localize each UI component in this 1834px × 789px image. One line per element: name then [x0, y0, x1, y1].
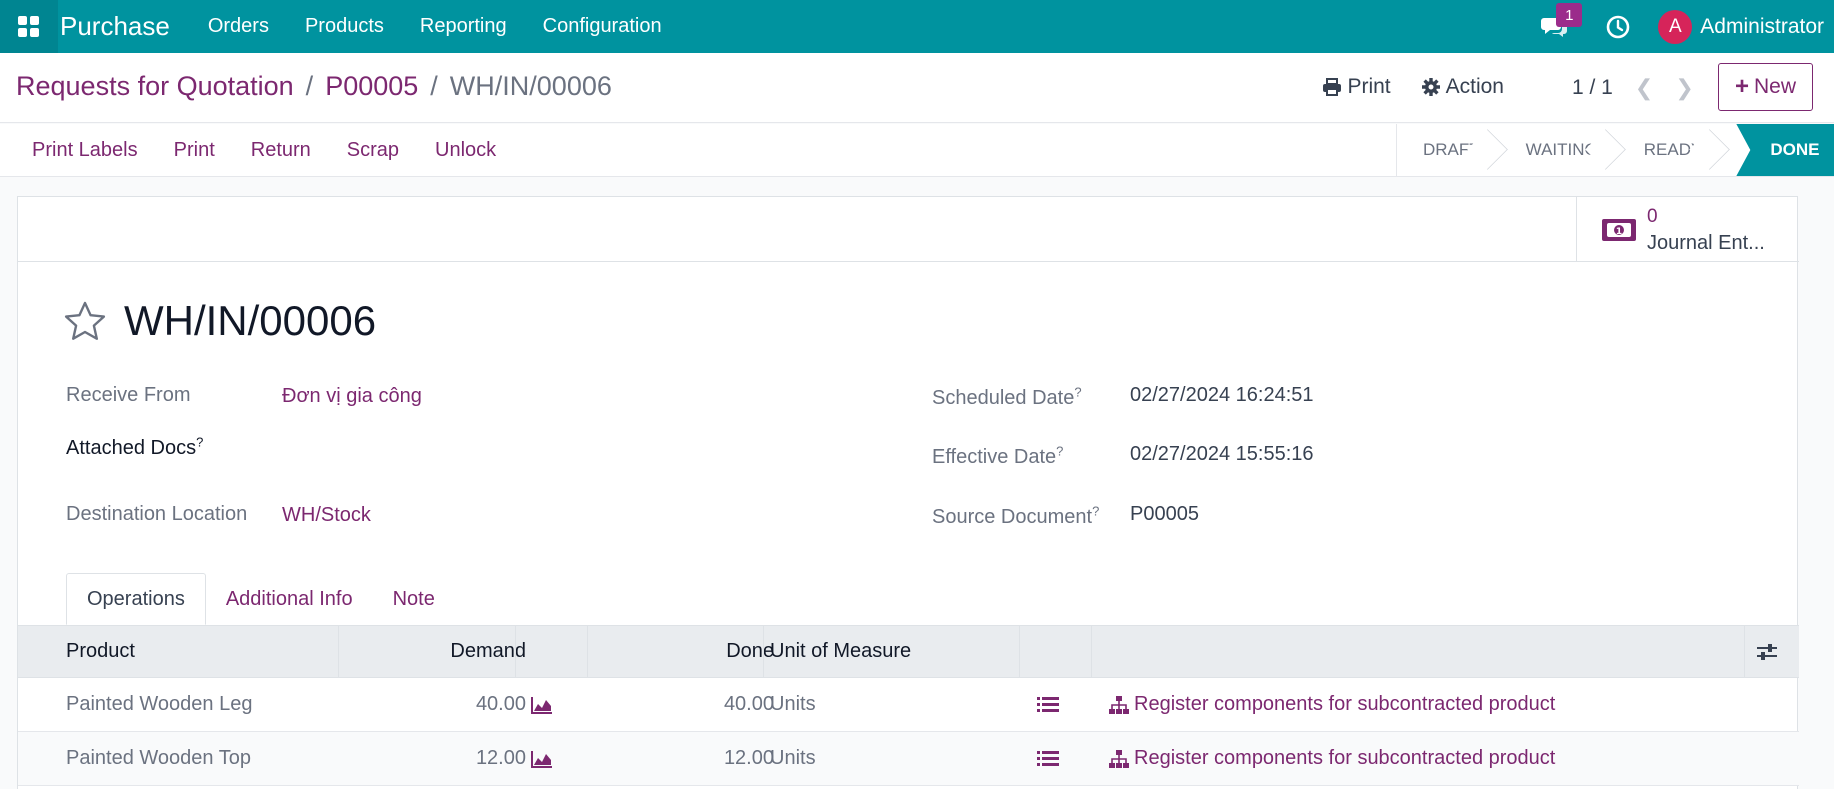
receive-from-label: Receive From — [66, 384, 191, 406]
menu-orders[interactable]: Orders — [208, 15, 269, 38]
unlock-button[interactable]: Unlock — [435, 139, 496, 162]
print-button[interactable]: Print — [174, 139, 215, 162]
table-row[interactable]: Painted Wooden Top 12.00 12.00 Units Reg… — [18, 732, 1799, 786]
receive-from-value[interactable]: Đơn vị gia công — [282, 385, 422, 408]
breadcrumb-separator: / — [305, 71, 314, 101]
print-labels-button[interactable]: Print Labels — [32, 139, 138, 162]
breadcrumb-po[interactable]: P00005 — [325, 71, 418, 102]
row-uom: Units — [770, 747, 816, 769]
journal-entries-count: 0 — [1647, 205, 1658, 227]
detailed-operations-icon[interactable] — [1036, 695, 1060, 715]
plus-icon: + — [1734, 73, 1749, 100]
row-product: Painted Wooden Leg — [66, 693, 253, 715]
action-dropdown[interactable]: Action — [1421, 75, 1504, 99]
button-box: 1 0 Journal Ent... — [18, 197, 1799, 262]
forecast-chart-icon[interactable] — [530, 695, 554, 715]
header-done[interactable]: Done — [726, 640, 774, 663]
sitemap-icon — [1109, 695, 1129, 714]
print-dropdown[interactable]: Print — [1322, 75, 1391, 99]
sitemap-icon — [1109, 749, 1129, 768]
journal-entries-button[interactable]: 1 0 Journal Ent... — [1576, 197, 1799, 262]
notebook-tabs: Operations Additional Info Note — [66, 573, 455, 625]
header-product[interactable]: Product — [66, 640, 135, 663]
print-label: Print — [1347, 75, 1391, 98]
tab-additional-info[interactable]: Additional Info — [206, 573, 373, 625]
scheduled-date-label: Scheduled Date? — [932, 384, 1082, 409]
scrap-button[interactable]: Scrap — [347, 139, 399, 162]
stage-done[interactable]: DONE — [1736, 124, 1834, 176]
operations-table: Product Demand Done Unit of Measure Pain… — [18, 625, 1799, 786]
register-components-link[interactable]: Register components for subcontracted pr… — [1108, 693, 1555, 716]
new-label: New — [1754, 75, 1797, 98]
star-icon[interactable] — [64, 301, 106, 341]
user-name[interactable]: Administrator — [1700, 15, 1824, 39]
effective-date-value: 02/27/2024 15:55:16 — [1130, 443, 1314, 465]
menu-reporting[interactable]: Reporting — [420, 15, 507, 38]
gear-icon — [1421, 78, 1440, 96]
avatar[interactable]: A — [1658, 9, 1693, 44]
top-navbar: Purchase Orders Products Reporting Confi… — [0, 0, 1834, 53]
svg-text:1: 1 — [1616, 227, 1622, 237]
chevron-right-icon[interactable]: ❯ — [1675, 75, 1693, 101]
control-panel: Requests for Quotation / P00005 / WH/IN/… — [0, 53, 1834, 123]
app-menu-icon[interactable] — [0, 0, 58, 53]
table-header: Product Demand Done Unit of Measure — [18, 626, 1799, 678]
money-icon: 1 — [1602, 218, 1636, 241]
source-document-value[interactable]: P00005 — [1130, 503, 1199, 526]
printer-icon — [1323, 78, 1342, 96]
new-button[interactable]: + New — [1718, 63, 1813, 111]
row-product: Painted Wooden Top — [66, 747, 251, 769]
forecast-chart-icon[interactable] — [530, 749, 554, 769]
form-sheet: 1 0 Journal Ent... WH/IN/00006 Receive F… — [17, 196, 1799, 789]
stage-draft[interactable]: DRAFT — [1397, 124, 1500, 176]
messages-icon[interactable]: 1 — [1534, 0, 1583, 53]
pager: 1 / 1 ❮ ❯ — [1572, 75, 1694, 101]
header-uom[interactable]: Unit of Measure — [770, 640, 911, 663]
breadcrumb-separator: / — [430, 71, 438, 101]
app-name[interactable]: Purchase — [60, 11, 170, 42]
register-components-link[interactable]: Register components for subcontracted pr… — [1108, 747, 1555, 770]
breadcrumb: Requests for Quotation / P00005 / WH/IN/… — [16, 71, 612, 102]
destination-location-value[interactable]: WH/Stock — [282, 504, 371, 527]
menu-configuration[interactable]: Configuration — [543, 15, 662, 38]
pager-value[interactable]: 1 / 1 — [1572, 76, 1613, 100]
row-done: 12.00 — [723, 747, 774, 769]
tab-operations[interactable]: Operations — [66, 573, 206, 625]
tab-note[interactable]: Note — [373, 573, 455, 625]
breadcrumb-rfq[interactable]: Requests for Quotation — [16, 71, 294, 102]
optional-columns-icon[interactable] — [1755, 641, 1779, 663]
effective-date-label: Effective Date? — [932, 443, 1064, 468]
destination-location-label: Destination Location — [66, 503, 248, 525]
stage-ready[interactable]: READY — [1618, 124, 1723, 176]
attached-docs-label: Attached Docs? — [66, 434, 204, 459]
clock-icon[interactable] — [1598, 14, 1638, 40]
row-demand: 40.00 — [475, 693, 526, 715]
detailed-operations-icon[interactable] — [1036, 749, 1060, 769]
scheduled-date-value[interactable]: 02/27/2024 16:24:51 — [1130, 384, 1314, 407]
return-button[interactable]: Return — [251, 139, 311, 162]
status-bar: Print Labels Print Return Scrap Unlock D… — [0, 124, 1834, 177]
row-done: 40.00 — [723, 693, 774, 715]
row-demand: 12.00 — [475, 747, 526, 769]
source-document-label: Source Document? — [932, 503, 1100, 528]
stage-bar: DRAFT WAITING READY DONE — [1396, 124, 1834, 176]
breadcrumb-current: WH/IN/00006 — [449, 71, 612, 101]
record-title: WH/IN/00006 — [124, 297, 377, 344]
messages-badge: 1 — [1556, 3, 1583, 27]
action-label: Action — [1445, 75, 1504, 98]
table-row[interactable]: Painted Wooden Leg 40.00 40.00 Units Reg… — [18, 678, 1799, 732]
stage-waiting[interactable]: WAITING — [1500, 124, 1618, 176]
menu-products[interactable]: Products — [305, 15, 384, 38]
chevron-left-icon[interactable]: ❮ — [1635, 75, 1653, 101]
journal-entries-label: Journal Ent... — [1647, 231, 1765, 254]
row-uom: Units — [770, 693, 816, 715]
